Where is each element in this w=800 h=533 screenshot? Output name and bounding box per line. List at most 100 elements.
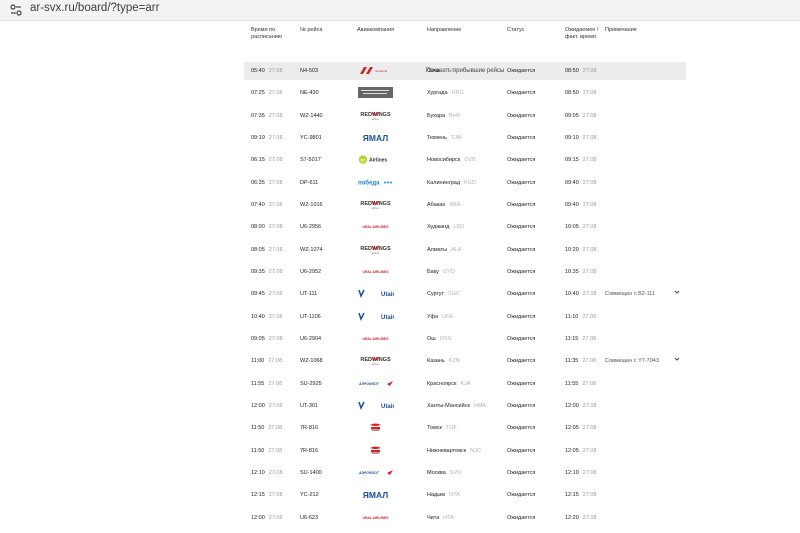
rusline-logo [357, 445, 394, 456]
table-row[interactable]: 12:00 27.08 U6-623 URAL AIRLINES Чита HTA Ожид… [244, 507, 686, 529]
actual-time-value: 09:10 [565, 134, 579, 141]
actual-date: 27.08 [582, 201, 597, 208]
direction: Нижневартовск NJC [427, 448, 481, 454]
direction: Тюмень TJM [427, 135, 462, 141]
table-row[interactable]: 08:05 27.08 WZ-1074 REDWINGS airlines Алматы A… [244, 239, 686, 261]
address-bar[interactable]: ar-svx.ru/board/?type=arr [0, 0, 800, 21]
table-row[interactable]: 06:15 27.08 S7-5017 S7 Airlines Новосибирск OV… [244, 149, 686, 171]
nesma-logo [357, 87, 394, 99]
scheduled-time-value: 05:40 [251, 68, 265, 74]
direction: Баку GYD [427, 269, 455, 275]
rusline-logo [357, 422, 394, 433]
scheduled-time-value: 09:05 [251, 335, 265, 342]
codeshare-note: Совмещен с B2-111 [605, 291, 656, 298]
flight-number: WZ-1440 [300, 112, 323, 119]
actual-time: 12:05 27.08 [565, 448, 597, 454]
flight-status: Ожидается [507, 179, 536, 186]
actual-time-value: 09:05 [565, 112, 579, 119]
aeroflot-logo: АЭРОФЛОТ [357, 378, 394, 389]
direction: Бухара BHK [427, 113, 460, 119]
flight-number: YC-212 [300, 492, 319, 499]
site-settings-icon[interactable] [9, 3, 23, 17]
scheduled-date: 27.08 [268, 112, 283, 119]
scheduled-date: 27.08 [268, 335, 283, 342]
svg-text:АЭРОФЛОТ: АЭРОФЛОТ [358, 471, 380, 475]
flight-status: Ожидается [507, 425, 536, 432]
table-row[interactable]: 07:25 27.08 NE-430 Хургада HRG Ожидается 08:50… [244, 82, 686, 104]
table-row[interactable]: 12:15 27.08 YC-212 ЯМАЛ Надым NYA Ожидается 12:… [244, 484, 686, 506]
direction: Хургада HRG [427, 90, 464, 96]
scheduled-time: 06:15 27.08 [251, 157, 283, 163]
table-row[interactable]: 11:00 27.08 WZ-1068 REDWINGS airlines Казань K… [244, 350, 686, 372]
actual-time: 10:40 27.08 [565, 291, 597, 297]
scheduled-date: 27.08 [268, 291, 283, 298]
direction: Уфа UFA [427, 314, 453, 320]
flight-status: Ожидается [507, 402, 536, 409]
scheduled-time-value: 08:00 [251, 224, 265, 231]
table-row[interactable]: 11:50 27.08 7R-816 Томск TOF Ожидается 12:05 27… [244, 417, 686, 439]
direction: Сургут SGC [427, 291, 460, 297]
scheduled-time-value: 08:05 [251, 246, 265, 253]
actual-time-value: 08:50 [565, 90, 579, 97]
chevron-down-icon[interactable] [674, 289, 680, 295]
scheduled-date: 27.08 [268, 224, 283, 231]
direction-city: Нижневартовск [427, 447, 467, 454]
actual-time: 09:05 27.08 [565, 113, 597, 119]
scheduled-date: 27.08 [268, 268, 283, 275]
direction-city: Сочи [427, 68, 440, 74]
table-row[interactable]: 11:50 27.08 7R-816 Нижневартовск NJC Ожидаетс… [244, 440, 686, 462]
actual-date: 27.08 [582, 313, 597, 320]
actual-time: 12:20 27.08 [565, 515, 597, 521]
table-row[interactable]: 12:00 27.08 UT-301 Utair Ханты-Мансийск HMA Ож… [244, 395, 686, 417]
airport-code: TJM [450, 134, 462, 141]
airport-code: BHK [449, 112, 461, 119]
direction: Ханты-Мансийск HMA [427, 403, 486, 409]
scheduled-time: 09:10 27.08 [251, 135, 283, 141]
chevron-down-icon[interactable] [674, 356, 680, 362]
flight-number: YC-9801 [300, 134, 322, 141]
table-row[interactable]: 09:45 27.08 UT-111 Utair Сургут SGC Ожидается 1… [244, 283, 686, 305]
svg-text:ЯМАЛ: ЯМАЛ [363, 490, 388, 500]
flight-number: WZ-1016 [300, 201, 323, 208]
table-row[interactable]: 07:40 27.08 WZ-1016 REDWINGS airlines Абакан A… [244, 194, 686, 216]
table-row[interactable]: 09:10 27.08 YC-9801 ЯМАЛ Тюмень TJM Ожидается 0… [244, 127, 686, 149]
table-row[interactable]: 11:55 27.08 SU-2925 АЭРОФЛОТ Красноярск KJA Ож… [244, 373, 686, 395]
scheduled-time-value: 07:40 [251, 201, 265, 208]
actual-time-value: 12:05 [565, 425, 579, 432]
scheduled-time-value: 11:00 [251, 358, 265, 365]
actual-time: 11:55 27.08 [565, 381, 596, 387]
table-row[interactable]: 06:35 27.08 DP-611 победа Калининград KGD Ожид… [244, 172, 686, 194]
scheduled-time: 12:00 27.08 [251, 403, 283, 409]
flight-number: U6-623 [300, 514, 319, 521]
pobeda-logo: победа [357, 177, 394, 188]
table-row[interactable]: 09:05 27.08 U6-2904 URAL AIRLINES Ош OSS Ожида… [244, 328, 686, 350]
actual-date: 27.08 [582, 90, 597, 97]
actual-date: 27.08 [582, 447, 597, 454]
airport-code: OVB [464, 157, 476, 164]
airport-code: KJA [460, 380, 471, 387]
flight-status: Ожидается [507, 291, 536, 298]
table-row[interactable]: 07:35 27.08 WZ-1440 REDWINGS airlines Бухара B… [244, 105, 686, 127]
actual-time-value: 11:35 [565, 358, 579, 365]
table-row[interactable]: 05:40 27.08 N4-503 nordwind Сочи AER Ожидается… [244, 60, 686, 82]
direction-city: Хургада [427, 90, 448, 97]
actual-time-value: 10:35 [565, 268, 579, 275]
svg-text:airlines: airlines [372, 207, 380, 210]
table-row[interactable]: 09:35 27.08 U6-2952 URAL AIRLINES Баку GYD Ожи… [244, 261, 686, 283]
scheduled-date: 27.08 [268, 447, 283, 454]
table-row[interactable]: 12:10 27.08 SU-1400 АЭРОФЛОТ Москва SVO Ожидае… [244, 462, 686, 484]
url-text[interactable]: ar-svx.ru/board/?type=arr [30, 2, 159, 14]
direction-city: Ош [427, 335, 436, 342]
flight-number: U6-2904 [300, 335, 322, 342]
flight-status: Ожидается [507, 68, 536, 74]
scheduled-time: 07:40 27.08 [251, 202, 283, 208]
table-row[interactable]: 10:40 27.08 UT-1106 Utair Уфа UFA Ожидается 11:… [244, 306, 686, 328]
utair-logo: Utair [357, 288, 395, 299]
table-row[interactable]: 08:00 27.08 U6-2956 URAL AIRLINES Худжанд LBD… [244, 216, 686, 238]
direction-city: Москва [427, 469, 446, 476]
direction: Томск TOF [427, 425, 457, 431]
airport-code: SGC [448, 291, 460, 298]
scheduled-time: 06:35 27.08 [251, 180, 283, 186]
actual-date: 27.08 [582, 492, 597, 499]
yamal-logo: ЯМАЛ [357, 489, 394, 500]
